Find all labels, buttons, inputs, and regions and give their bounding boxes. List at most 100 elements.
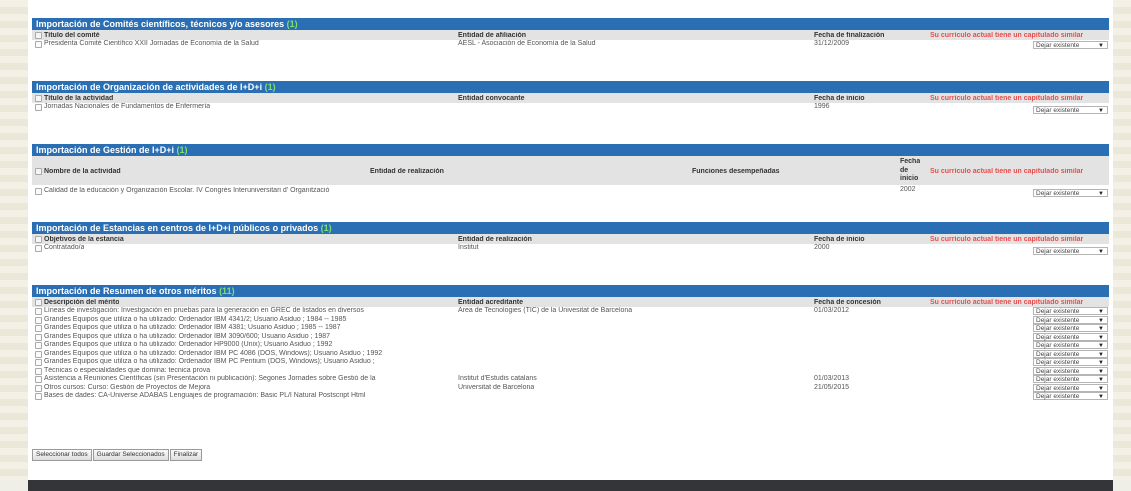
table-row: Bases de dades: CA-Universe ADABAS Lengu… (32, 392, 1109, 401)
column-header: Entidad acreditante (458, 299, 523, 306)
page-background-right (1113, 0, 1131, 480)
column-header-line: inicio (900, 175, 919, 182)
table-row: Grandes Equipos que utiliza o ha utiliza… (32, 324, 1109, 333)
row-checkbox[interactable] (35, 350, 42, 358)
action-select-value: Dejar existente (1036, 333, 1080, 341)
row-title: Contratado/a (44, 244, 85, 251)
save-selected-button[interactable]: Guardar Seleccionados (92, 449, 169, 461)
action-select[interactable]: Dejar existente ▼ (1033, 307, 1108, 315)
row-checkbox[interactable] (35, 376, 42, 383)
row-checkbox[interactable] (35, 393, 42, 400)
row-checkbox[interactable] (35, 384, 42, 392)
row-title: Grandes Equipos que utiliza o ha utiliza… (44, 315, 347, 323)
column-header-line: Fecha (900, 158, 921, 165)
row-checkbox[interactable] (35, 245, 42, 252)
action-select[interactable]: Dejar existente ▼ (1033, 332, 1108, 341)
row-title: Grandes Equipos que utiliza o ha utiliza… (44, 349, 383, 357)
row-checkbox[interactable] (35, 104, 42, 111)
action-select[interactable]: Dejar existente ▼ (1033, 383, 1108, 392)
row-title: Otros cursos: Curso: Gestión de Proyecto… (44, 383, 211, 391)
action-select[interactable]: Dejar existente ▼ (1033, 358, 1108, 366)
action-select[interactable]: Dejar existente ▼ (1033, 366, 1108, 375)
table-row: Contratado/a Institut 2000 Dejar existen… (32, 244, 1109, 258)
column-header: Entidad de realización (370, 168, 444, 175)
action-select[interactable]: Dejar existente ▼ (1033, 315, 1108, 324)
column-header: Entidad de realización (458, 236, 532, 243)
select-all-button[interactable]: Seleccionar todos (32, 449, 92, 461)
table-row: Grandes Equipos que utiliza o ha utiliza… (32, 349, 1109, 359)
row-checkbox[interactable] (35, 316, 42, 324)
action-select-value: Dejar existente (1036, 342, 1080, 349)
row-date: 31/12/2009 (814, 40, 850, 47)
action-select-value: Dejar existente (1036, 107, 1080, 114)
action-select-value: Dejar existente (1036, 325, 1080, 332)
action-select[interactable]: Dejar existente ▼ (1033, 106, 1108, 114)
section-comites: Importación de Comités científicos, técn… (32, 18, 1109, 52)
section-title-text: Importación de Comités científicos, técn… (36, 19, 285, 29)
finish-button[interactable]: Finalizar (169, 449, 203, 461)
select-all-checkbox[interactable] (35, 95, 42, 102)
action-select-value: Dejar existente (1036, 393, 1080, 400)
row-date: 2000 (814, 244, 830, 251)
action-buttons: Seleccionar todos Guardar Seleccionados Fi… (32, 449, 203, 461)
table-header: Descripción del mérito Entidad acreditan… (32, 297, 1109, 307)
similar-warning: Su currículo actual tiene un capitulado … (930, 299, 1084, 306)
action-select-value: Dejar existente (1036, 350, 1080, 358)
row-checkbox[interactable] (35, 308, 42, 315)
column-header: Funciones desempeñadas (692, 168, 780, 175)
table-row: Asistencia a Reuniones Científicas (sin … (32, 375, 1109, 384)
section-estancias: Importación de Estancias en centros de I… (32, 222, 1109, 258)
action-select-value: Dejar existente (1036, 376, 1080, 383)
select-all-checkbox[interactable] (35, 32, 42, 39)
dropdown-arrow-icon: ▼ (1098, 191, 1104, 197)
table-header: Título del comité Entidad de afiliación … (32, 30, 1109, 40)
select-all-checkbox[interactable] (35, 299, 42, 306)
merits-rows: Líneas de investigación: Investigación e… (32, 307, 1109, 401)
column-header: Fecha de finalización (814, 32, 885, 39)
action-select[interactable]: Dejar existente ▼ (1033, 247, 1108, 255)
table-row: Presidenta Comité Científico XXII Jornad… (32, 40, 1109, 52)
row-checkbox[interactable] (35, 325, 42, 332)
section-count: (1) (264, 82, 276, 92)
row-date: 1996 (814, 103, 830, 110)
row-date: 2002 (900, 186, 916, 193)
row-checkbox[interactable] (35, 359, 42, 366)
action-select[interactable]: Dejar existente ▼ (1033, 341, 1108, 349)
row-title: Técnicas o especialidades que domina: te… (44, 366, 211, 374)
section-count: (1) (176, 145, 188, 155)
select-all-checkbox[interactable] (35, 236, 42, 243)
table-header: Título de la actividad Entidad convocant… (32, 93, 1109, 103)
action-select[interactable]: Dejar existente ▼ (1033, 324, 1108, 332)
section-otros-meritos: Importación de Resumen de otros méritos … (32, 285, 1109, 401)
dropdown-arrow-icon: ▼ (1098, 249, 1104, 255)
row-title: Presidenta Comité Científico XXII Jornad… (44, 40, 259, 47)
row-title: Asistencia a Reuniones Científicas (sin … (44, 375, 376, 382)
action-select[interactable]: Dejar existente ▼ (1033, 41, 1108, 49)
page-background-left (0, 0, 28, 480)
action-select-value: Dejar existente (1036, 308, 1080, 315)
import-panel: Importación de Comités científicos, técn… (28, 0, 1113, 480)
action-select[interactable]: Dejar existente ▼ (1033, 349, 1108, 358)
row-title: Grandes Equipos que utiliza o ha utiliza… (44, 332, 331, 340)
action-select[interactable]: Dejar existente ▼ (1033, 375, 1108, 383)
action-select[interactable]: Dejar existente ▼ (1033, 189, 1108, 197)
row-checkbox[interactable] (35, 342, 42, 349)
row-title: Líneas de investigación: Investigación e… (44, 307, 364, 314)
dropdown-arrow-icon: ▼ (1098, 43, 1104, 49)
table-row: Grandes Equipos que utiliza o ha utiliza… (32, 315, 1109, 325)
action-select[interactable]: Dejar existente ▼ (1033, 392, 1108, 400)
row-checkbox[interactable] (35, 367, 42, 375)
row-checkbox[interactable] (35, 333, 42, 341)
action-select-value: Dejar existente (1036, 316, 1080, 324)
section-gestion: Importación de Gestión de I+D+i (1) Nomb… (32, 144, 1109, 199)
table-header: Nombre de la actividad Entidad de realiz… (32, 156, 1109, 185)
section-title: Importación de Organización de actividad… (32, 81, 1109, 93)
row-checkbox[interactable] (35, 188, 42, 195)
action-select-value: Dejar existente (1036, 384, 1080, 392)
column-header: Entidad convocante (458, 95, 525, 102)
column-header: Título del comité (44, 32, 100, 39)
select-all-checkbox[interactable] (35, 168, 42, 175)
dropdown-arrow-icon: ▼ (1098, 108, 1104, 114)
row-checkbox[interactable] (35, 41, 42, 48)
column-header: Fecha de inicio (814, 95, 865, 102)
